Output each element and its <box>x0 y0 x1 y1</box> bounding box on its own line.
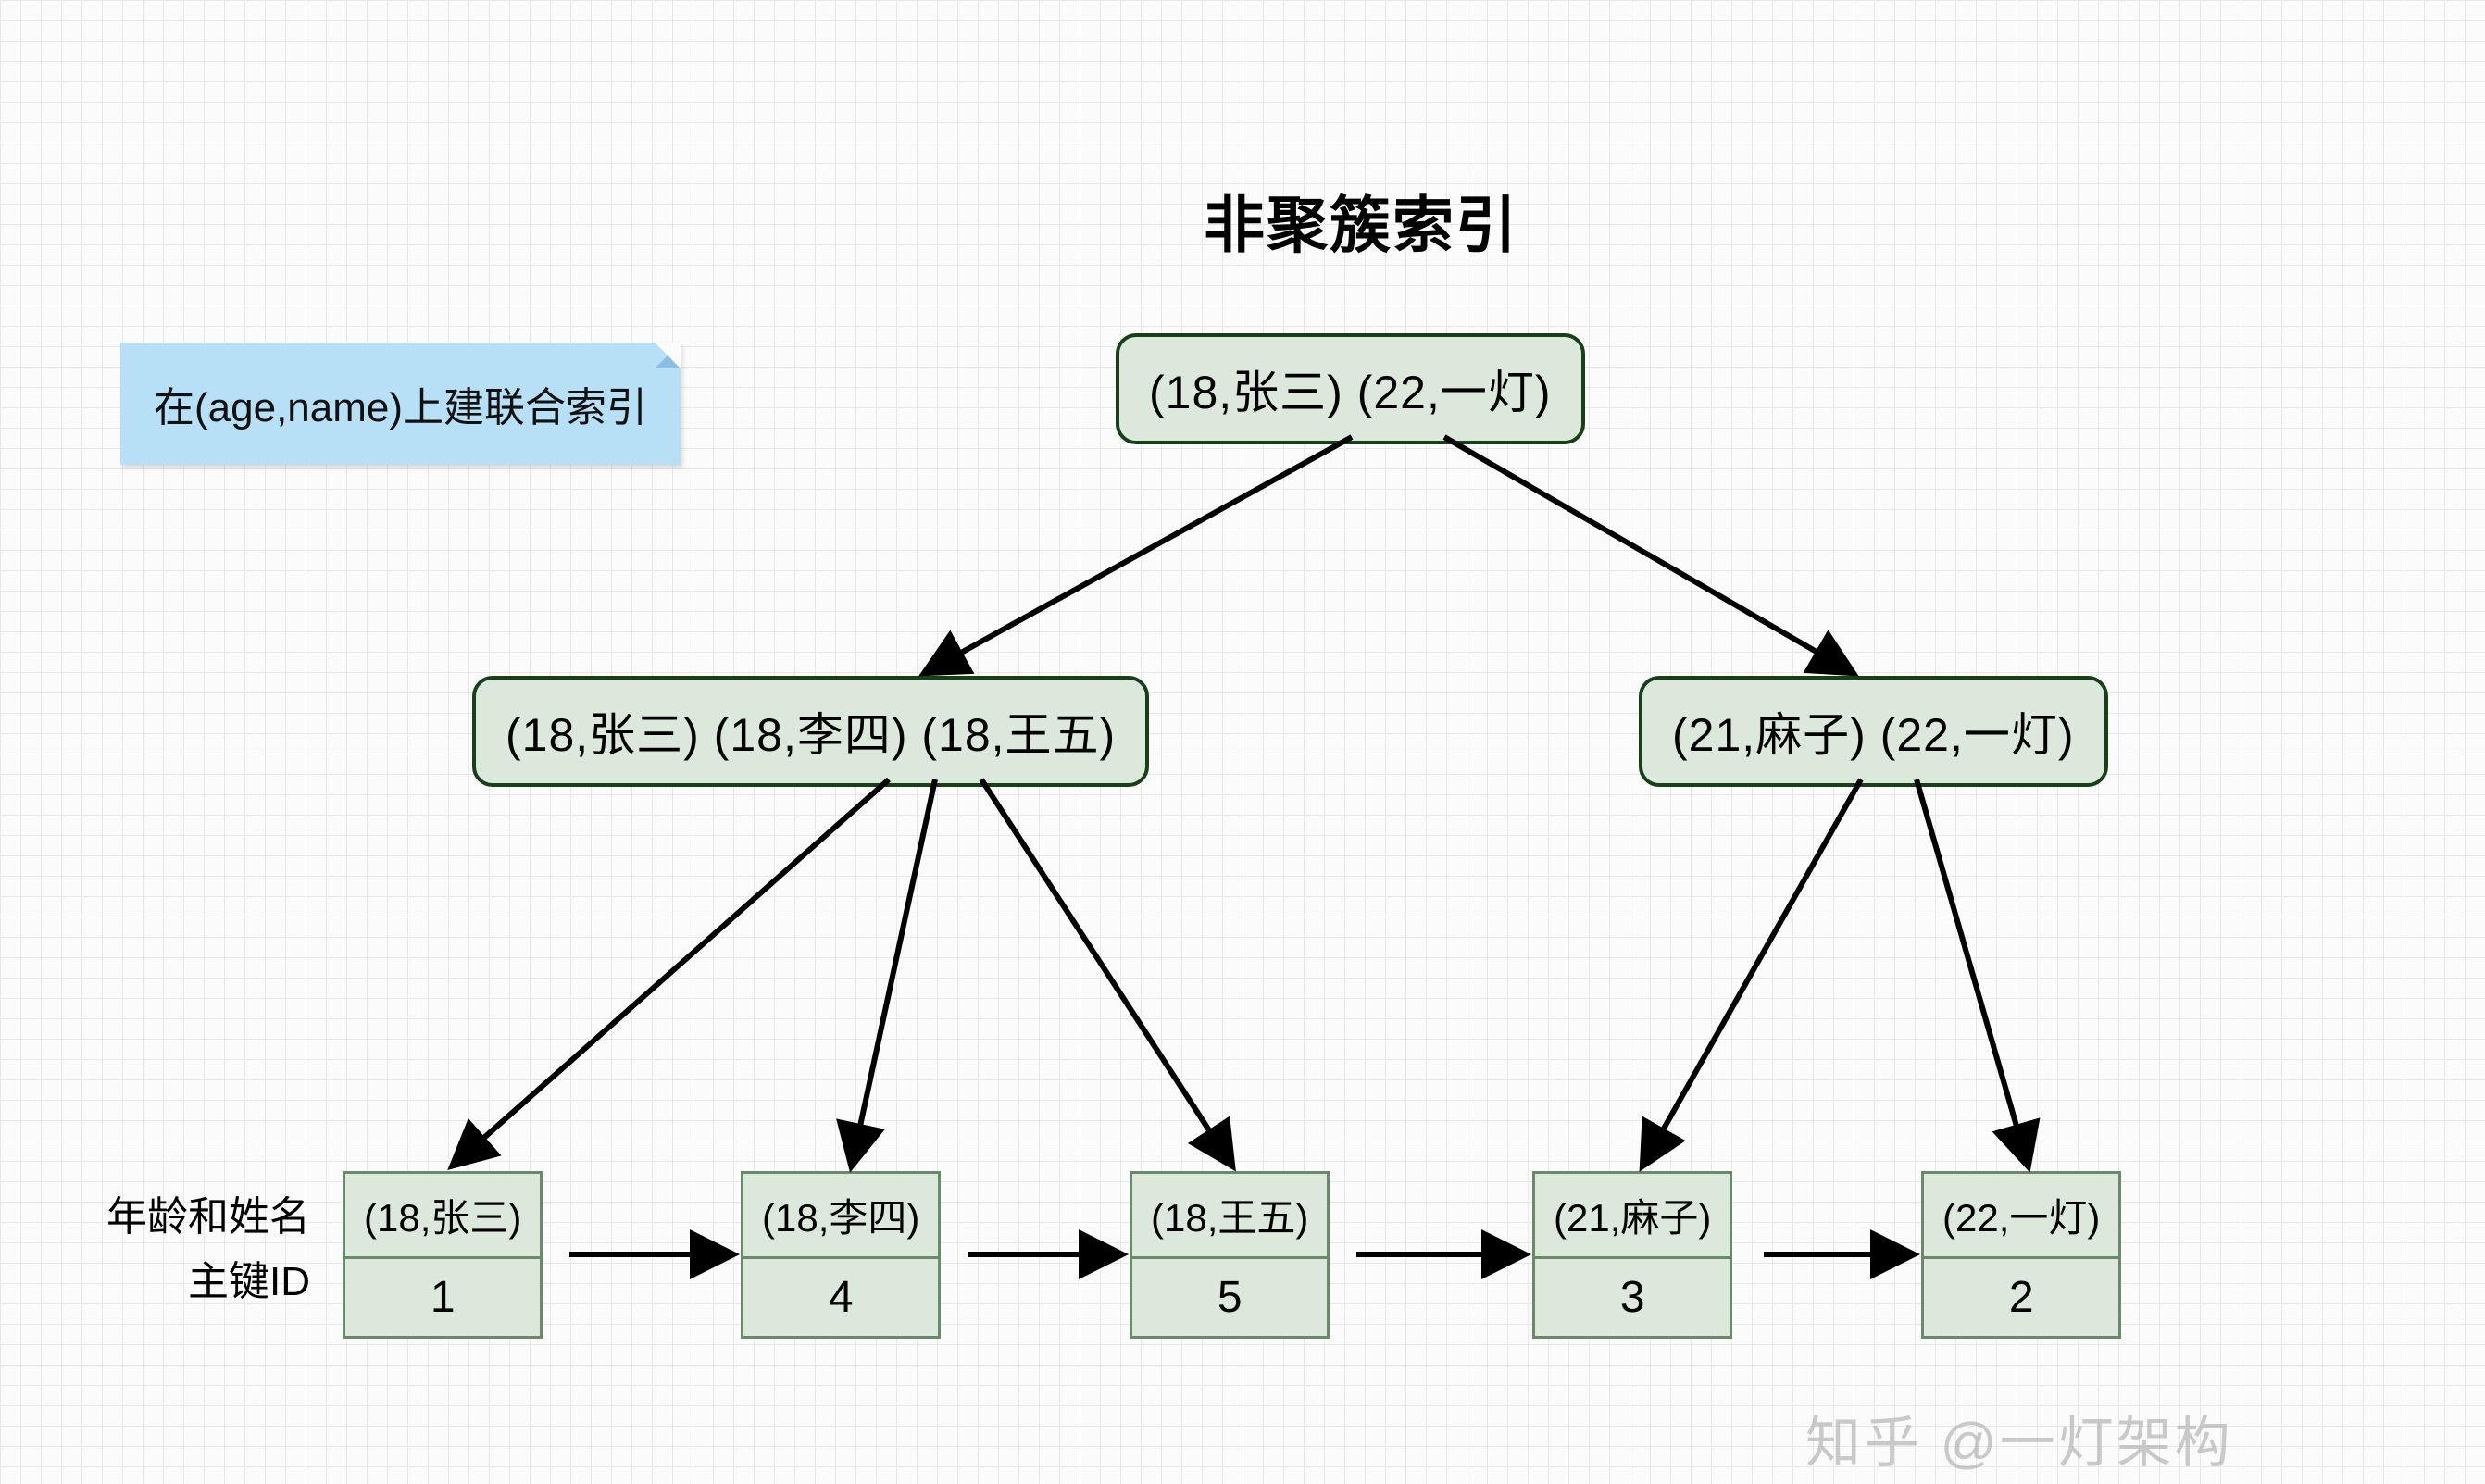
leaf-pk: 5 <box>1132 1259 1327 1336</box>
mid-right-node: (21,麻子) (22,一灯) <box>1639 676 2108 787</box>
leaf-pk: 4 <box>743 1259 938 1336</box>
diagram-title: 非聚簇索引 <box>1204 176 1518 265</box>
root-node: (18,张三) (22,一灯) <box>1116 333 1585 444</box>
leaf-node-1: (18,李四) 4 <box>741 1171 941 1339</box>
leaf-key: (18,王五) <box>1132 1174 1327 1259</box>
leaf-key: (21,麻子) <box>1535 1174 1730 1259</box>
leaf-node-0: (18,张三) 1 <box>343 1171 543 1339</box>
leaf-pk: 2 <box>1924 1259 2118 1336</box>
note-label: 在(age,name)上建联合索引 <box>120 343 681 465</box>
diagram-stage: 非聚簇索引 在(age,name)上建联合索引 (18,张三) (22,一灯) … <box>0 0 2485 1484</box>
leaf-node-3: (21,麻子) 3 <box>1532 1171 1732 1339</box>
note-text: 在(age,name)上建联合索引 <box>154 385 647 430</box>
row-label-1: 年龄和姓名 <box>37 1185 310 1250</box>
leaf-node-4: (22,一灯) 2 <box>1921 1171 2121 1339</box>
mid-left-node: (18,张三) (18,李四) (18,王五) <box>472 676 1149 787</box>
watermark: 知乎 @一灯架构 <box>1805 1398 2233 1478</box>
leaf-key: (22,一灯) <box>1924 1174 2118 1259</box>
leaf-node-2: (18,王五) 5 <box>1130 1171 1330 1339</box>
row-labels: 年龄和姓名 主键ID <box>37 1185 310 1316</box>
leaf-pk: 3 <box>1535 1259 1730 1336</box>
leaf-key: (18,李四) <box>743 1174 938 1259</box>
leaf-key: (18,张三) <box>345 1174 540 1259</box>
row-label-2: 主键ID <box>37 1250 310 1315</box>
leaf-pk: 1 <box>345 1259 540 1336</box>
